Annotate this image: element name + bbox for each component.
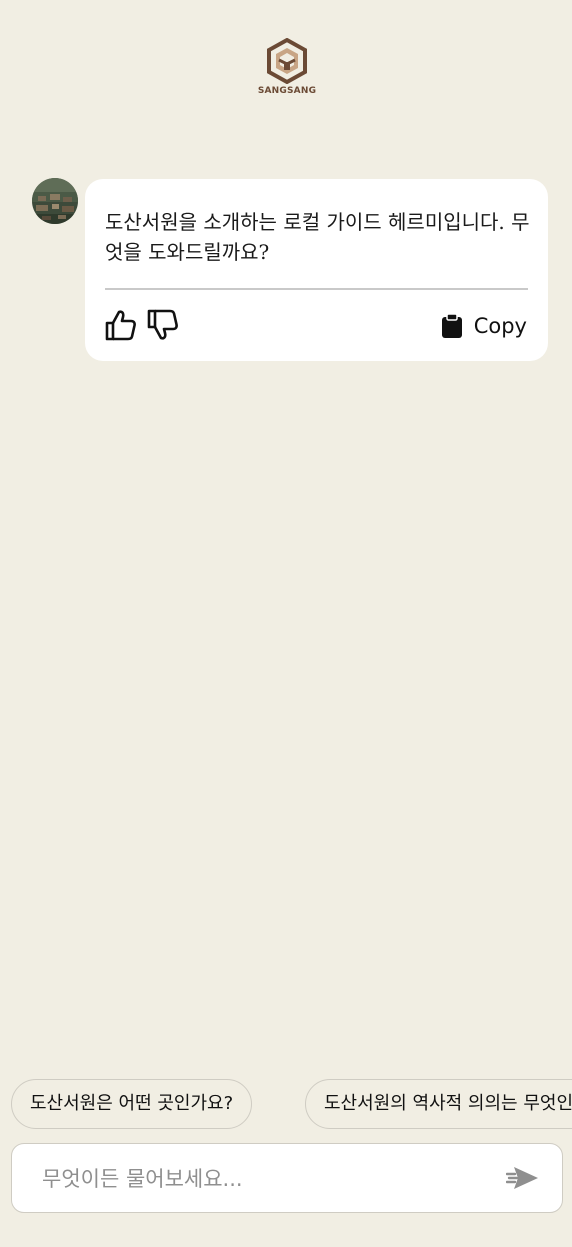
send-button[interactable] <box>505 1162 540 1194</box>
logo-mark-icon <box>267 38 307 84</box>
logo-text: SANGSANG <box>257 86 317 96</box>
clipboard-icon <box>441 313 462 338</box>
thumbs-up-button[interactable] <box>104 308 138 342</box>
thumbs-down-button[interactable] <box>146 308 180 342</box>
assistant-message-bubble: 도산서원을 소개하는 로컬 가이드 헤르미입니다. 무엇을 도와드릴까요? Co… <box>85 179 548 361</box>
thumbs-down-icon <box>147 309 178 340</box>
thumbs-up-icon <box>105 310 136 341</box>
suggestion-chip[interactable]: 도산서원의 역사적 의의는 무엇인가요? <box>305 1079 572 1129</box>
assistant-message-text: 도산서원을 소개하는 로컬 가이드 헤르미입니다. 무엇을 도와드릴까요? <box>105 210 530 264</box>
suggestion-chips: 도산서원은 어떤 곳인가요? 도산서원의 역사적 의의는 무엇인가요? <box>11 1079 572 1129</box>
suggestion-chip[interactable]: 도산서원은 어떤 곳인가요? <box>11 1079 253 1129</box>
message-input[interactable] <box>40 1160 494 1198</box>
copy-button[interactable]: Copy <box>441 312 527 340</box>
message-composer <box>11 1143 563 1213</box>
message-divider <box>105 288 528 290</box>
send-icon <box>505 1167 538 1189</box>
assistant-avatar <box>32 178 78 224</box>
sangsang-logo: SANGSANG <box>255 38 319 104</box>
copy-label: Copy <box>473 314 527 338</box>
